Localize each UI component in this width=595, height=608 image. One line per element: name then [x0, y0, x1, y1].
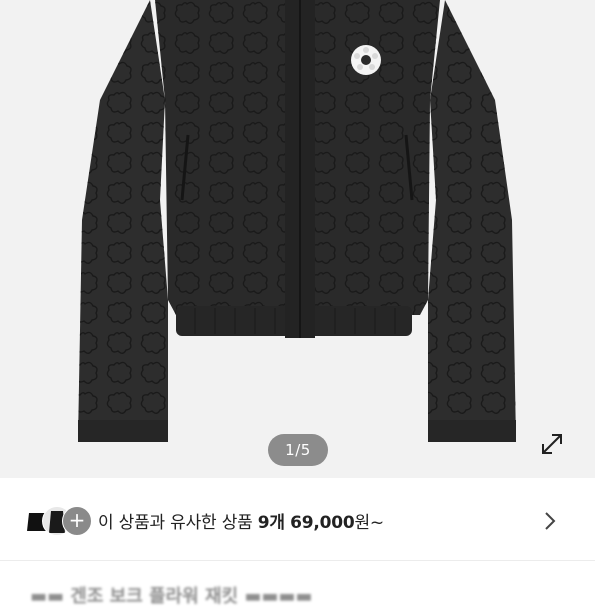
similar-products-banner[interactable]: + 이 상품과 유사한 상품 9개 69,000원~ [0, 490, 595, 552]
image-counter: 1/5 [268, 434, 328, 466]
similar-count: 9개 [257, 513, 285, 533]
similar-price: 69,000 [290, 513, 355, 533]
similar-thumbnails: + [22, 506, 92, 536]
product-title-peek: ▬▬ 겐조 보크 플라워 재킷 ▬▬▬▬ [30, 586, 313, 607]
similar-suffix: 원~ [354, 513, 384, 533]
divider [0, 560, 595, 561]
more-thumbnails-icon: + [62, 506, 92, 536]
chevron-right-icon[interactable] [543, 510, 557, 532]
product-image-gallery[interactable]: 1/5 [0, 0, 595, 478]
similar-prefix: 이 상품과 유사한 상품 [98, 513, 258, 533]
similar-products-label: 이 상품과 유사한 상품 9개 69,000원~ [98, 508, 384, 533]
expand-arrows-icon[interactable] [538, 430, 566, 458]
product-image[interactable] [0, 0, 595, 478]
